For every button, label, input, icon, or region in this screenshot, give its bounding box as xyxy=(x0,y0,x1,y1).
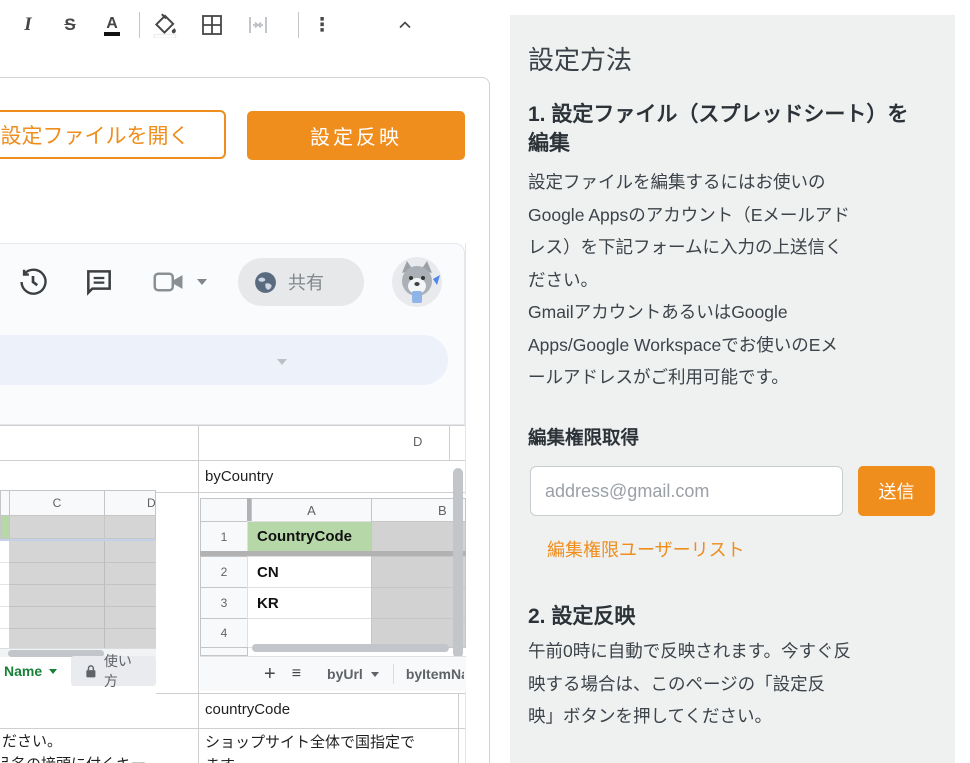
cell-description-left[interactable]: ださい。 品名の接頭に付くキー xyxy=(2,730,194,763)
cell-description-right[interactable]: ショップサイト全体で国指定で ます xyxy=(205,731,458,763)
gridline xyxy=(0,460,465,461)
mini-left-gray-cell xyxy=(9,515,105,539)
mini-right-row5-clipped xyxy=(200,647,248,656)
video-camera-icon[interactable] xyxy=(150,266,190,298)
tab-dropdown-icon xyxy=(49,669,57,674)
step2-line: 午前0時に自動で反映されます。今すぐ反 xyxy=(528,635,943,668)
step1-line: 設定ファイルを編集するにはお使いの xyxy=(528,166,943,199)
permission-user-list-link[interactable]: 編集権限ユーザーリスト xyxy=(547,536,745,562)
step2-line: 映」ボタンを押してください。 xyxy=(528,700,943,733)
mini-left-gray-rows xyxy=(9,541,156,649)
apply-settings-button[interactable]: 設定反映 xyxy=(247,111,465,160)
mini-left-locked-tab[interactable]: 使い方 xyxy=(71,656,156,686)
collapse-toolbar-icon[interactable] xyxy=(390,0,420,50)
mini-right-rownum: 3 xyxy=(200,587,248,619)
step1-line: Google Appsのアカウント（Eメールアド xyxy=(528,199,943,232)
merge-cells-icon[interactable] xyxy=(243,0,273,50)
camera-dropdown-icon[interactable] xyxy=(196,277,208,287)
fill-color-icon[interactable] xyxy=(150,0,180,50)
toolbar-divider xyxy=(139,12,140,38)
gridline xyxy=(449,425,450,460)
mini-left-col-d: D xyxy=(104,490,156,516)
step1-body: 設定ファイルを編集するにはお使いの Google Appsのアカウント（Eメール… xyxy=(528,166,943,394)
desc-left-line1: ださい。 xyxy=(2,730,194,753)
mini-right-rownum: 2 xyxy=(200,556,248,588)
mini-left-tabbar: Name 使い方 xyxy=(0,657,156,685)
submit-button[interactable]: 送信 xyxy=(858,466,935,516)
toolbar-divider xyxy=(298,12,299,38)
mini-left-active-tab[interactable]: Name xyxy=(4,663,57,679)
step2-heading: 2. 設定反映 xyxy=(528,602,940,631)
mini-right-gray-cell xyxy=(371,521,466,552)
step1-line: ださい。 xyxy=(528,264,943,297)
cell-country-code[interactable]: countryCode xyxy=(205,701,290,718)
cell-kr[interactable]: KR xyxy=(247,587,372,619)
permission-heading: 編集権限取得 xyxy=(528,424,639,450)
page: 設定ファイルを開く 設定反映 共有 xyxy=(0,0,970,763)
cell-cn[interactable]: CN xyxy=(247,556,372,588)
step1-heading-line2: 編集 xyxy=(528,129,940,158)
share-button[interactable]: 共有 xyxy=(238,258,364,306)
add-sheet-icon[interactable]: + xyxy=(264,663,276,686)
step2-body: 午前0時に自動で反映されます。今すぐ反 映する場合は、このページの「設定反 映」… xyxy=(528,635,943,733)
mini-left-row-headers xyxy=(0,541,9,649)
panel-title: 設定方法 xyxy=(528,40,632,77)
mini-right-rownum: 4 xyxy=(200,618,248,648)
user-avatar[interactable] xyxy=(392,257,442,307)
desc-left-line2: 品名の接頭に付くキー xyxy=(2,753,194,763)
desc-right-line2: ます xyxy=(205,754,458,763)
text-color-icon[interactable]: A xyxy=(98,0,126,50)
cell-by-country[interactable]: byCountry xyxy=(205,468,273,485)
lock-icon xyxy=(85,664,97,679)
open-settings-file-button[interactable]: 設定ファイルを開く xyxy=(0,110,226,159)
mini-right-gray-cell xyxy=(371,556,466,588)
mini-left-locked-tab-label: 使い方 xyxy=(104,651,142,691)
tab-divider xyxy=(393,664,394,684)
gridline xyxy=(458,693,459,763)
step1-line: レス）を下記フォームに入力の上送信く xyxy=(528,231,943,264)
cell-countrycode-header[interactable]: CountryCode xyxy=(247,521,372,552)
mini-sheet-right: A B 1 CountryCode 2 CN 3 KR 4 + ≡ byUrl … xyxy=(200,495,466,691)
mini-left-active-tab-label: Name xyxy=(4,663,42,679)
mini-left-gray-cell xyxy=(104,515,156,539)
mini-right-tabbar: + ≡ byUrl byItemName xyxy=(200,656,466,691)
comments-icon[interactable] xyxy=(80,263,118,301)
formatting-toolbar xyxy=(0,335,448,385)
globe-icon xyxy=(253,270,278,295)
step1-line: GmailアカウントあるいはGoogle xyxy=(528,296,943,329)
borders-icon[interactable] xyxy=(197,0,227,50)
gridline xyxy=(0,728,465,729)
mini-right-corner xyxy=(200,498,248,522)
email-input[interactable] xyxy=(530,466,843,516)
version-history-icon[interactable] xyxy=(14,263,52,301)
merge-dropdown-icon[interactable] xyxy=(276,357,288,367)
desc-right-line1: ショップサイト全体で国指定で xyxy=(205,731,458,754)
tab-by-url-label: byUrl xyxy=(327,666,363,682)
gridline xyxy=(104,541,105,649)
gridline xyxy=(198,425,199,763)
step1-line: Apps/Google Workspaceでお使いのEメ xyxy=(528,329,943,362)
step1-line: ールアドレスがご利用可能です。 xyxy=(528,361,943,394)
tab-by-item[interactable]: byItemName xyxy=(406,666,464,682)
mini-right-col-b: B xyxy=(371,498,466,522)
step1-heading-line1: 1. 設定ファイル（スプレッドシート）を xyxy=(528,100,940,129)
all-sheets-icon[interactable]: ≡ xyxy=(292,665,301,683)
italic-icon[interactable]: I xyxy=(14,0,42,50)
mini-left-col-c: C xyxy=(9,490,105,516)
mini-right-vscrollbar[interactable] xyxy=(453,468,463,658)
step1-heading: 1. 設定ファイル（スプレッドシート）を 編集 xyxy=(528,100,940,158)
mini-right-gray-cell xyxy=(371,587,466,619)
share-label: 共有 xyxy=(288,269,324,295)
gridline xyxy=(0,425,465,426)
strikethrough-icon[interactable]: S xyxy=(56,0,84,50)
mini-right-col-a: A xyxy=(251,498,372,522)
mini-right-hscrollbar[interactable] xyxy=(246,643,452,653)
tab-by-url[interactable]: byUrl xyxy=(327,666,379,682)
more-options-icon[interactable]: ⋮ xyxy=(308,0,336,50)
outer-column-header-d[interactable]: D xyxy=(413,434,422,449)
tab-dropdown-icon xyxy=(371,672,379,677)
mini-right-rownum: 1 xyxy=(200,521,248,552)
mini-sheet-left: C D Name 使い方 xyxy=(0,490,156,695)
step2-line: 映する場合は、このページの「設定反 xyxy=(528,668,943,701)
